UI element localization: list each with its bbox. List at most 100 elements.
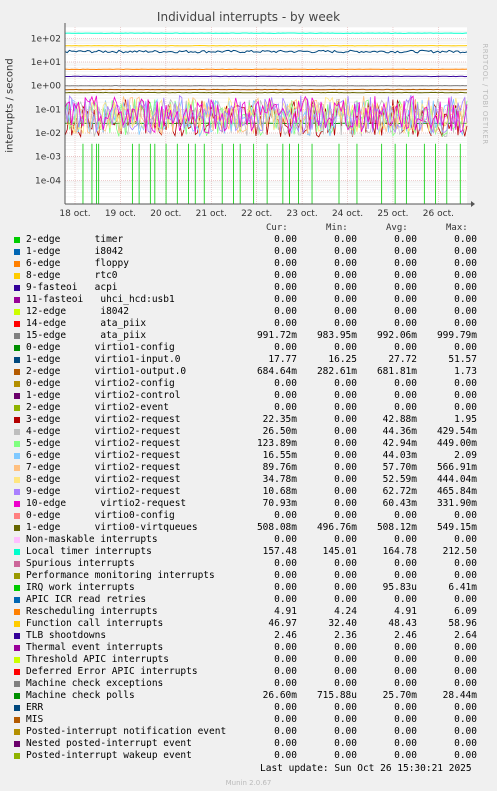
- x-tick-label: 22 oct.: [241, 209, 272, 219]
- legend-series-name: ERR: [26, 702, 44, 713]
- legend-value-avg: 0.00: [394, 594, 417, 605]
- legend-value-min: 715.88u: [316, 690, 357, 701]
- legend-row: 0-edge virtio0-config 0.00 0.00 0.00 0.00: [0, 510, 497, 522]
- legend-value-cur: 70.93m: [262, 498, 297, 509]
- legend-swatch: [14, 633, 20, 639]
- legend-value-cur: 89.76m: [262, 462, 297, 473]
- legend-value-avg: 57.70m: [382, 462, 417, 473]
- legend-value-max: 549.15m: [436, 522, 477, 533]
- legend-swatch: [14, 753, 20, 759]
- legend-value-min: 0.00: [334, 234, 357, 245]
- legend-swatch: [14, 489, 20, 495]
- legend-series-name: Threshold APIC interrupts: [26, 654, 169, 665]
- legend-value-max: 212.50: [442, 546, 477, 557]
- legend-swatch: [14, 657, 20, 663]
- x-tick-label: 20 oct.: [150, 209, 181, 219]
- legend-row: 5-edge virtio2-request 123.89m 0.00 42.94m 4…: [0, 438, 497, 450]
- legend-row: 1-edge virtio2-control 0.00 0.00 0.00 0.00: [0, 390, 497, 402]
- legend-value-min: 0.00: [334, 678, 357, 689]
- legend-value-min: 2.36: [334, 630, 357, 641]
- legend-value-avg: 0.00: [394, 726, 417, 737]
- legend-swatch: [14, 465, 20, 471]
- legend-row: 1-edge virtio1-input.0 17.77 16.25 27.72 51.…: [0, 354, 497, 366]
- legend-value-min: 0.00: [334, 558, 357, 569]
- legend-swatch: [14, 417, 20, 423]
- legend-value-min: 0.00: [334, 390, 357, 401]
- legend-value-min: 0.00: [334, 642, 357, 653]
- legend-value-cur: 4.91: [274, 606, 297, 617]
- legend-value-min: 0.00: [334, 570, 357, 581]
- legend-series-name: IRQ work interrupts: [26, 582, 135, 593]
- legend-row: 2-edge virtio1-output.0 684.64m 282.61m 681…: [0, 366, 497, 378]
- legend-series-name: Machine check exceptions: [26, 678, 164, 689]
- legend-value-avg: 0.00: [394, 666, 417, 677]
- legend-value-max: 0.00: [454, 306, 477, 317]
- legend-swatch: [14, 609, 20, 615]
- legend-value-min: 983.95m: [316, 330, 357, 341]
- legend-row: Performance monitoring interrupts 0.00 0.0…: [0, 570, 497, 582]
- legend-value-cur: 0.00: [274, 570, 297, 581]
- legend-value-cur: 0.00: [274, 582, 297, 593]
- legend-value-min: 496.76m: [316, 522, 357, 533]
- legend-value-cur: 0.00: [274, 726, 297, 737]
- legend-value-avg: 0.00: [394, 750, 417, 761]
- legend-swatch: [14, 405, 20, 411]
- legend-value-cur: 0.00: [274, 306, 297, 317]
- legend-value-avg: 0.00: [394, 702, 417, 713]
- legend-value-avg: 164.78: [382, 546, 417, 557]
- legend-row: 11-fasteoi uhci_hcd:usb1 0.00 0.00 0.00 0.00: [0, 294, 497, 306]
- legend-value-avg: 0.00: [394, 678, 417, 689]
- y-tick-label: 1e-01: [35, 105, 61, 115]
- legend-value-max: 0.00: [454, 402, 477, 413]
- legend-value-min: 0.00: [334, 426, 357, 437]
- legend-row: 6-edge floppy 0.00 0.00 0.00 0.00: [0, 258, 497, 270]
- legend-value-min: 0.00: [334, 450, 357, 461]
- legend-value-cur: 0.00: [274, 594, 297, 605]
- legend-value-max: 429.54m: [436, 426, 477, 437]
- legend-row: 8-edge rtc0 0.00 0.00 0.00 0.00: [0, 270, 497, 282]
- legend-value-cur: 991.72m: [256, 330, 297, 341]
- legend-value-cur: 0.00: [274, 282, 297, 293]
- legend-value-cur: 22.35m: [262, 414, 297, 425]
- legend-value-max: 0.00: [454, 726, 477, 737]
- legend-value-cur: 26.60m: [262, 690, 297, 701]
- legend-value-min: 0.00: [334, 462, 357, 473]
- legend-row: 4-edge virtio2-request 26.50m 0.00 44.36m 42…: [0, 426, 497, 438]
- legend-value-max: 6.09: [454, 606, 477, 617]
- legend-value-cur: 17.77: [268, 354, 297, 365]
- legend-swatch: [14, 525, 20, 531]
- x-tick-label: 25 oct.: [377, 209, 408, 219]
- legend-series-name: Function call interrupts: [26, 618, 164, 629]
- legend-swatch: [14, 705, 20, 711]
- legend-value-avg: 508.12m: [376, 522, 417, 533]
- legend-swatch: [14, 585, 20, 591]
- legend-value-max: 0.00: [454, 570, 477, 581]
- legend-value-cur: 2.46: [274, 630, 297, 641]
- legend-row: 10-edge virtio2-request 70.93m 0.00 60.43m 3…: [0, 498, 497, 510]
- legend-swatch: [14, 321, 20, 327]
- x-tick-label: 26 oct.: [423, 209, 454, 219]
- legend-series-name: Posted-interrupt notification event: [26, 726, 227, 737]
- legend-value-avg: 0.00: [394, 318, 417, 329]
- legend-value-max: 28.44m: [442, 690, 477, 701]
- legend-value-cur: 684.64m: [256, 366, 297, 377]
- legend-row: 15-edge ata_piix 991.72m 983.95m 992.06m 999…: [0, 330, 497, 342]
- legend-swatch: [14, 573, 20, 579]
- legend-value-min: 0.00: [334, 750, 357, 761]
- legend-value-avg: 0.00: [394, 306, 417, 317]
- plot-area: 18 oct. 19 oct. 20 oct. 21 oct. 22 oct. 23 oc…: [31, 23, 475, 219]
- legend-series-name: Rescheduling interrupts: [26, 606, 158, 617]
- legend-swatch: [14, 249, 20, 255]
- legend-value-max: 1.73: [454, 366, 477, 377]
- legend-value-max: 0.00: [454, 642, 477, 653]
- legend-value-min: 0.00: [334, 582, 357, 593]
- legend-value-avg: 681.81m: [376, 366, 417, 377]
- legend-value-max: 2.09: [454, 450, 477, 461]
- legend-value-avg: 42.88m: [382, 414, 417, 425]
- legend-value-max: 0.00: [454, 738, 477, 749]
- legend-value-cur: 0.00: [274, 294, 297, 305]
- legend-swatch: [14, 717, 20, 723]
- legend-value-max: 0.00: [454, 246, 477, 257]
- legend-value-avg: 992.06m: [376, 330, 417, 341]
- y-tick-label: 1e-04: [35, 176, 61, 186]
